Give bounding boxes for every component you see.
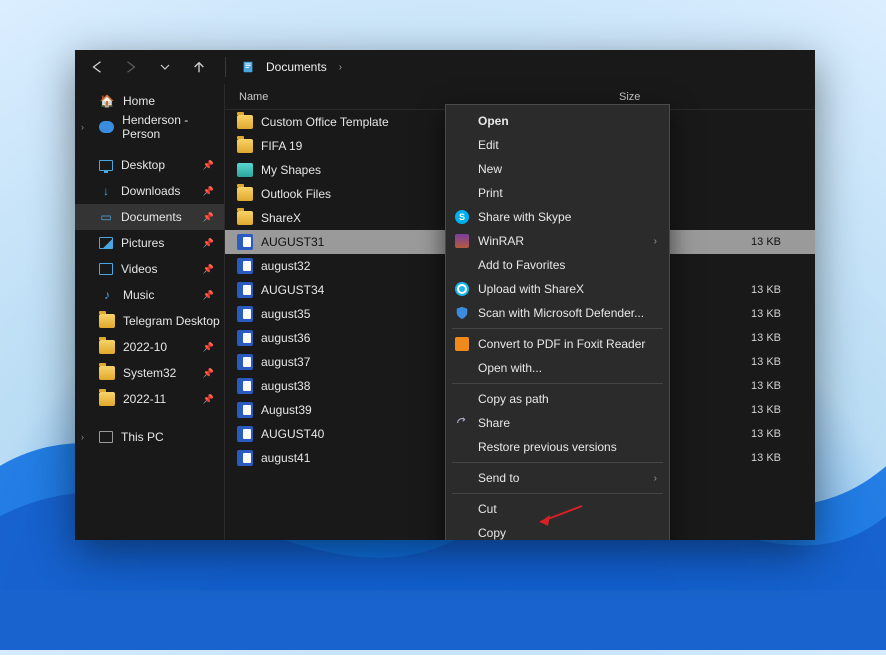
- submenu-arrow-icon: ›: [654, 473, 657, 484]
- ctx-open[interactable]: Open: [446, 109, 669, 133]
- ctx-cut[interactable]: Cut: [446, 497, 669, 521]
- pc-icon: [99, 431, 113, 443]
- pin-icon: 📌: [203, 212, 214, 223]
- word-doc-icon: [237, 450, 253, 466]
- word-doc-icon: [237, 426, 253, 442]
- winrar-icon: [454, 233, 470, 249]
- cloud-icon: [99, 121, 114, 133]
- foxit-icon: [454, 336, 470, 352]
- folder-icon: [237, 139, 253, 153]
- separator: [225, 57, 226, 77]
- word-doc-icon: [237, 402, 253, 418]
- picture-icon: [99, 237, 113, 249]
- pin-icon: 📌: [203, 160, 214, 171]
- folder-icon: [99, 392, 115, 406]
- ctx-print[interactable]: Print: [446, 181, 669, 205]
- col-name[interactable]: Name: [225, 91, 515, 103]
- word-doc-icon: [237, 306, 253, 322]
- ctx-winrar[interactable]: WinRAR›: [446, 229, 669, 253]
- pin-icon: 📌: [203, 264, 214, 275]
- document-icon: ▭: [99, 210, 113, 224]
- sidebar-item-music[interactable]: ♪Music📌: [75, 282, 224, 308]
- word-doc-icon: [237, 282, 253, 298]
- up-button[interactable]: [187, 55, 211, 79]
- chevron-right-icon[interactable]: ›: [81, 122, 84, 132]
- ctx-separator: [452, 383, 663, 384]
- home-icon: 🏠: [99, 93, 115, 109]
- folder-icon: [237, 163, 253, 177]
- ctx-edit[interactable]: Edit: [446, 133, 669, 157]
- context-menu: Open Edit New Print SShare with Skype Wi…: [445, 104, 670, 540]
- video-icon: [99, 263, 113, 275]
- pin-icon: 📌: [203, 238, 214, 249]
- ctx-foxit[interactable]: Convert to PDF in Foxit Reader: [446, 332, 669, 356]
- sidebar-item-onedrive[interactable]: ›Henderson - Person: [75, 114, 224, 140]
- col-size[interactable]: Size: [605, 91, 815, 103]
- ctx-openwith[interactable]: Open with...: [446, 356, 669, 380]
- back-button[interactable]: [85, 55, 109, 79]
- desktop-icon: [99, 160, 113, 171]
- word-doc-icon: [237, 258, 253, 274]
- documents-icon: [240, 59, 256, 75]
- defender-icon: [454, 305, 470, 321]
- sidebar-item-thispc[interactable]: ›This PC: [75, 424, 224, 450]
- folder-icon: [237, 187, 253, 201]
- ctx-separator: [452, 493, 663, 494]
- recent-dropdown[interactable]: [153, 55, 177, 79]
- ctx-share[interactable]: Share: [446, 411, 669, 435]
- forward-button[interactable]: [119, 55, 143, 79]
- ctx-separator: [452, 462, 663, 463]
- pin-icon: 📌: [203, 394, 214, 405]
- folder-icon: [99, 314, 115, 328]
- skype-icon: S: [454, 209, 470, 225]
- word-doc-icon: [237, 234, 253, 250]
- sidebar-item-telegram[interactable]: Telegram Desktop: [75, 308, 224, 334]
- sidebar-item-downloads[interactable]: ↓Downloads📌: [75, 178, 224, 204]
- word-doc-icon: [237, 378, 253, 394]
- sidebar-item-documents[interactable]: ▭Documents📌: [75, 204, 224, 230]
- sidebar-item-home[interactable]: 🏠Home: [75, 88, 224, 114]
- share-icon: [454, 415, 470, 431]
- pin-icon: 📌: [203, 368, 214, 379]
- download-icon: ↓: [99, 184, 113, 198]
- pin-icon: 📌: [203, 342, 214, 353]
- folder-icon: [99, 366, 115, 380]
- sidebar-item-folder[interactable]: System32📌: [75, 360, 224, 386]
- folder-icon: [99, 340, 115, 354]
- music-icon: ♪: [99, 287, 115, 303]
- ctx-defender[interactable]: Scan with Microsoft Defender...: [446, 301, 669, 325]
- breadcrumb-current[interactable]: Documents: [266, 60, 327, 74]
- ctx-sendto[interactable]: Send to›: [446, 466, 669, 490]
- ctx-separator: [452, 328, 663, 329]
- sidebar-item-videos[interactable]: Videos📌: [75, 256, 224, 282]
- word-doc-icon: [237, 330, 253, 346]
- folder-icon: [237, 211, 253, 225]
- ctx-restore[interactable]: Restore previous versions: [446, 435, 669, 459]
- chevron-right-icon[interactable]: ›: [339, 62, 342, 73]
- sidebar-item-desktop[interactable]: Desktop📌: [75, 152, 224, 178]
- folder-icon: [237, 115, 253, 129]
- file-explorer-window: Documents › 🏠Home ›Henderson - Person De…: [75, 50, 815, 540]
- submenu-arrow-icon: ›: [654, 236, 657, 247]
- ctx-copypath[interactable]: Copy as path: [446, 387, 669, 411]
- ctx-sharex[interactable]: Upload with ShareX: [446, 277, 669, 301]
- ctx-skype[interactable]: SShare with Skype: [446, 205, 669, 229]
- chevron-right-icon[interactable]: ›: [81, 432, 84, 442]
- ctx-copy[interactable]: Copy: [446, 521, 669, 540]
- sharex-icon: [454, 281, 470, 297]
- pin-icon: 📌: [203, 290, 214, 301]
- sidebar-item-folder[interactable]: 2022-11📌: [75, 386, 224, 412]
- pin-icon: 📌: [203, 186, 214, 197]
- sidebar: 🏠Home ›Henderson - Person Desktop📌 ↓Down…: [75, 84, 225, 540]
- word-doc-icon: [237, 354, 253, 370]
- titlebar: Documents ›: [75, 50, 815, 84]
- sidebar-item-folder[interactable]: 2022-10📌: [75, 334, 224, 360]
- sidebar-item-pictures[interactable]: Pictures📌: [75, 230, 224, 256]
- ctx-new[interactable]: New: [446, 157, 669, 181]
- ctx-favorites[interactable]: Add to Favorites: [446, 253, 669, 277]
